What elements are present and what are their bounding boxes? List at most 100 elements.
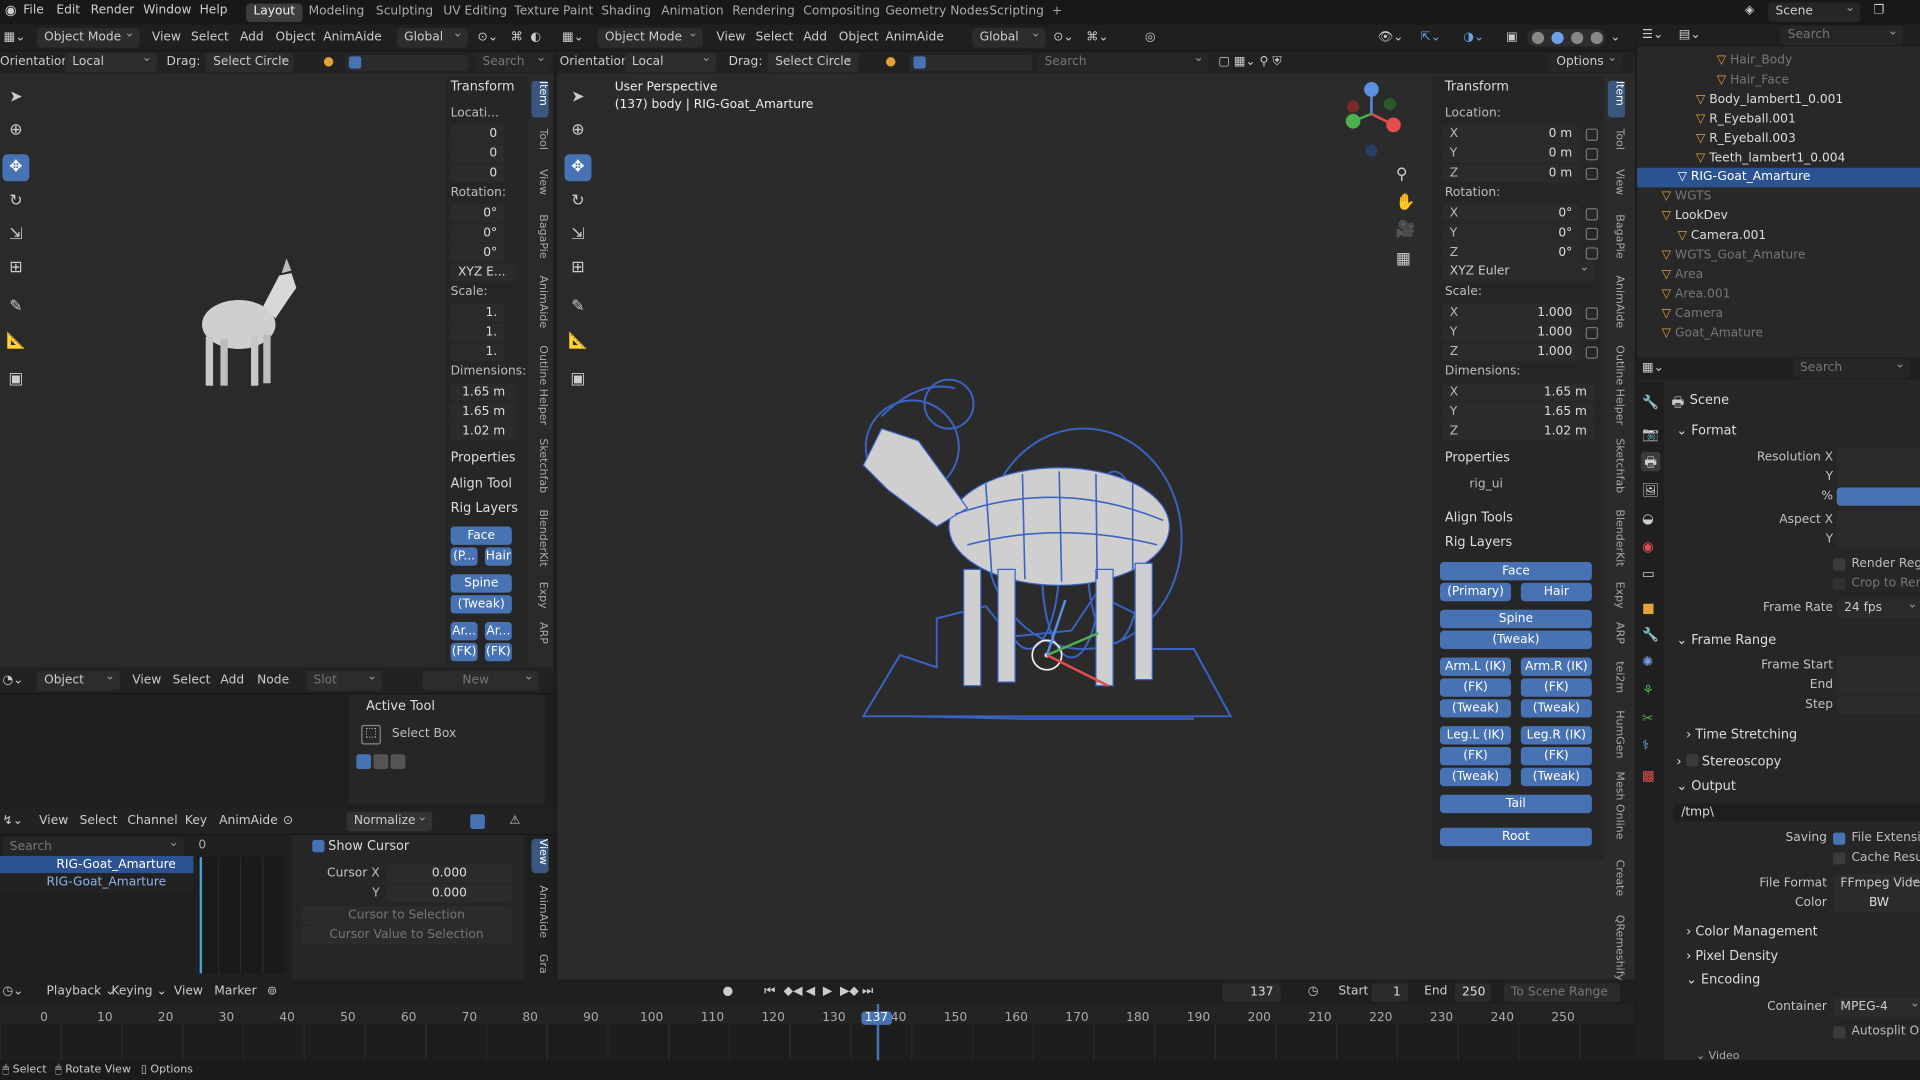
tab-geometry-nodes[interactable]: Geometry Nodes bbox=[878, 4, 996, 22]
outliner-row[interactable]: ▽ RIG-Goat_Amarture bbox=[1637, 168, 1920, 188]
particles-props-icon[interactable]: ✺ bbox=[1642, 654, 1653, 670]
tab-layout[interactable]: Layout bbox=[246, 3, 303, 23]
node-editor-type-icon[interactable]: ◔⌄ bbox=[2, 671, 23, 691]
rig-primary-button[interactable]: (Primary) bbox=[1440, 582, 1512, 602]
main-selectable-icon[interactable]: ● bbox=[885, 53, 896, 73]
left-drag-dropdown[interactable]: Select Circle bbox=[205, 49, 294, 73]
main-select-mode-new-icon[interactable] bbox=[913, 56, 926, 69]
main-vtab-humgen[interactable]: HumGen bbox=[1608, 710, 1625, 758]
goat-rig-model[interactable] bbox=[851, 373, 1255, 759]
left-rig-fk-r-button[interactable]: (FK) bbox=[484, 642, 512, 662]
rotate-tool[interactable]: ↻ bbox=[2, 188, 30, 216]
preview-range-icon[interactable]: ◷ bbox=[1308, 982, 1319, 1002]
main-menu-object[interactable]: Object bbox=[839, 28, 879, 48]
overlay-toggle-icon[interactable]: ◑⌄ bbox=[1463, 28, 1484, 48]
solid-shading-icon[interactable] bbox=[1551, 31, 1564, 45]
left-header-search[interactable]: Search bbox=[475, 49, 552, 73]
lock-location-y-icon[interactable] bbox=[1585, 148, 1598, 161]
lock-rotation-y-icon[interactable] bbox=[1585, 227, 1598, 241]
rig-leg-l-ik-button[interactable]: Leg.L (IK) bbox=[1440, 726, 1512, 745]
resolution-percent-slider[interactable] bbox=[1836, 487, 1920, 506]
properties-editor-type-icon[interactable]: ▦⌄ bbox=[1642, 359, 1664, 379]
rig-leg-l-fk-button[interactable]: (FK) bbox=[1440, 746, 1512, 766]
move-tool[interactable]: ✥ bbox=[2, 154, 30, 182]
main-vtab-expy[interactable]: Expy bbox=[1608, 582, 1625, 609]
left-vtab-item[interactable]: Item bbox=[531, 80, 549, 118]
main-dimension-z[interactable]: Z 1.02 m bbox=[1442, 422, 1595, 441]
main-scale-z[interactable]: Z 1.000 bbox=[1442, 342, 1580, 362]
main-options-dropdown[interactable]: Options bbox=[1548, 49, 1623, 73]
graph-editor[interactable]: ↯⌄ View Select Channel Key AnimAide ⊙ No… bbox=[0, 808, 554, 980]
graph-channel-search[interactable]: Search bbox=[2, 834, 184, 858]
left-rig-arm-l-button[interactable]: Ar... bbox=[450, 622, 478, 641]
main-menu-select[interactable]: Select bbox=[756, 28, 794, 48]
cursor-y-field[interactable]: 0.000 bbox=[386, 884, 512, 903]
left-rig-hair-button[interactable]: Hair bbox=[484, 547, 512, 566]
add-cube-tool[interactable]: ▣ bbox=[2, 366, 30, 394]
render-props-icon[interactable]: 📷 bbox=[1642, 426, 1659, 442]
outliner-row[interactable]: ▽ R_Eyeball.003 bbox=[1637, 129, 1920, 149]
rig-root-button[interactable]: Root bbox=[1440, 827, 1592, 847]
auto-keying-icon[interactable]: ⊚ bbox=[267, 982, 277, 1002]
node-editor[interactable]: ◔⌄ Object View Select Add Node Slot New … bbox=[0, 667, 554, 809]
left-vtab-bagapie[interactable]: BagaPie bbox=[531, 214, 548, 258]
menu-help[interactable]: Help bbox=[200, 4, 228, 17]
left-align-tool-header[interactable]: Align Tool bbox=[451, 476, 512, 491]
graph-vtab-view[interactable]: View bbox=[531, 838, 549, 874]
left-mode-dropdown[interactable]: Object Mode bbox=[36, 24, 140, 48]
main-pivot-icon[interactable]: ⊙⌄ bbox=[1053, 28, 1074, 48]
rig-hair-button[interactable]: Hair bbox=[1520, 582, 1592, 602]
tab-compositing[interactable]: Compositing bbox=[796, 4, 887, 22]
aspect-x-field[interactable] bbox=[1836, 510, 1920, 529]
normalize-toggle[interactable]: Normalize bbox=[346, 808, 433, 832]
left-scale-z[interactable]: 1. bbox=[450, 342, 505, 362]
outliner[interactable]: ☰⌄ ▤⌄ Search ▽ Hair_Body▽ Hair_Face▽ Bod… bbox=[1637, 22, 1920, 358]
main-properties-header[interactable]: Properties bbox=[1445, 451, 1510, 466]
left-menu-view[interactable]: View bbox=[152, 28, 181, 48]
main-vtab-arp[interactable]: ARP bbox=[1608, 622, 1625, 644]
tab-scripting[interactable]: Scripting bbox=[982, 4, 1051, 22]
main-dimension-y[interactable]: Y 1.65 m bbox=[1442, 402, 1595, 422]
select-mode-set-icon[interactable] bbox=[356, 754, 372, 769]
left-rig-tweak-button[interactable]: (Tweak) bbox=[450, 595, 512, 614]
next-keyframe-icon[interactable]: ▶◆ bbox=[840, 982, 859, 1002]
material-shading-icon[interactable] bbox=[1571, 31, 1584, 45]
pixel-density-panel-header[interactable]: › Pixel Density bbox=[1686, 949, 1778, 964]
left-rotation-x[interactable]: 0° bbox=[450, 204, 505, 223]
gizmo-toggle-icon[interactable]: ⇱⌄ bbox=[1420, 28, 1441, 48]
left-rig-primary-button[interactable]: (P... bbox=[450, 547, 478, 566]
graph-playhead[interactable] bbox=[199, 857, 203, 974]
main-vtab-tool[interactable]: Tool bbox=[1608, 129, 1625, 150]
lock-scale-x-icon[interactable] bbox=[1585, 307, 1598, 320]
menu-edit[interactable]: Edit bbox=[56, 4, 80, 17]
physics-props-icon[interactable]: ⚘ bbox=[1642, 682, 1654, 698]
stereoscopy-panel-header[interactable]: › Stereoscopy bbox=[1676, 753, 1781, 769]
main-rotation-mode[interactable]: XYZ Euler bbox=[1442, 258, 1595, 282]
data-props-icon[interactable]: ⚕ bbox=[1642, 737, 1649, 753]
collection-props-icon[interactable]: ▭ bbox=[1642, 566, 1655, 582]
main-vtab-sketchfab[interactable]: Sketchfab bbox=[1608, 438, 1625, 493]
properties-search[interactable]: Search bbox=[1792, 355, 1911, 379]
main-scale-tool[interactable]: ⇲ bbox=[564, 221, 592, 249]
outliner-editor-type-icon[interactable]: ☰⌄ bbox=[1642, 26, 1663, 46]
frame-end-field[interactable] bbox=[1836, 675, 1920, 695]
main-move-tool[interactable]: ✥ bbox=[564, 154, 592, 182]
output-path-field[interactable]: /tmp\ bbox=[1673, 803, 1920, 822]
outliner-display-mode-icon[interactable]: ▤⌄ bbox=[1679, 26, 1701, 46]
pan-hand-icon[interactable]: ✋ bbox=[1396, 193, 1416, 211]
left-vtab-outline-helper[interactable]: Outline Helper bbox=[531, 345, 548, 425]
main-location-z[interactable]: Z0 m bbox=[1442, 164, 1580, 183]
left-orientation-dropdown[interactable]: Local bbox=[64, 49, 157, 73]
main-rotate-tool[interactable]: ↻ bbox=[564, 188, 592, 216]
timeline-menu-view[interactable]: View bbox=[174, 982, 203, 1002]
aspect-y-field[interactable] bbox=[1836, 530, 1920, 549]
left-rotation-mode[interactable]: XYZ E... bbox=[450, 263, 517, 282]
select-mode-new-icon[interactable] bbox=[348, 56, 362, 69]
format-panel-header[interactable]: ⌄ Format bbox=[1676, 424, 1736, 439]
rig-arm-r-fk-button[interactable]: (FK) bbox=[1520, 678, 1592, 697]
tab-shading[interactable]: Shading bbox=[594, 4, 658, 22]
current-frame-marker[interactable]: 137 bbox=[861, 1011, 892, 1025]
annotate-tool[interactable]: ✎ bbox=[2, 293, 30, 321]
select-mode-extend-icon[interactable] bbox=[373, 754, 389, 769]
scene-selector[interactable]: Scene bbox=[1768, 0, 1861, 23]
